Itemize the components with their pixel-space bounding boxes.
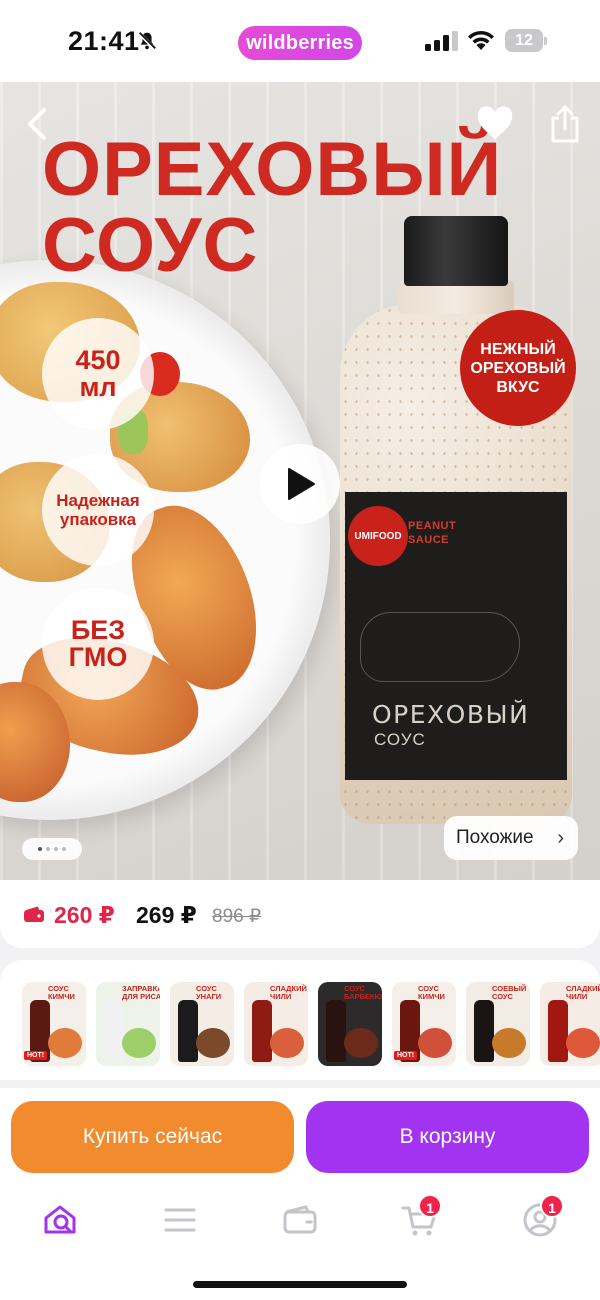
wifi-icon — [468, 30, 494, 50]
label-subtitle: СОУС — [374, 730, 426, 749]
thumb-label: ЗАПРАВКА ДЛЯ РИСА — [122, 984, 160, 1001]
share-icon[interactable] — [548, 104, 582, 144]
thumb-bottle-image — [178, 1000, 198, 1062]
brand-seal-logo: UMIFOOD — [348, 506, 408, 566]
label-peanut-text: PEANUT SAUCE — [408, 520, 457, 546]
bottom-tab-bar: 1 1 — [0, 1184, 600, 1300]
cart-count-badge: 1 — [418, 1194, 442, 1218]
bell-muted-icon — [137, 31, 157, 51]
related-product-thumbnail[interactable]: СОЕВЫЙ СОУС — [466, 982, 530, 1066]
tab-wallet-icon[interactable] — [280, 1202, 320, 1238]
related-products-strip[interactable]: СОУС КИМЧИ HOT! ЗАПРАВКА ДЛЯ РИСА СОУС УНАГИ СЛ… — [0, 960, 600, 1080]
thumb-dish-image — [566, 1028, 600, 1058]
wallet-price: 260 ₽ — [54, 902, 115, 928]
cellular-signal-icon — [425, 31, 458, 51]
thumb-dish-image — [344, 1028, 378, 1058]
thumb-dish-image — [48, 1028, 82, 1058]
thumb-dish-image — [492, 1028, 526, 1058]
similar-label: Похожие — [456, 827, 534, 848]
thumb-bottle-image — [474, 1000, 494, 1062]
pager-dot[interactable] — [38, 847, 42, 851]
related-product-thumbnail[interactable]: СОУС КИМЧИ HOT! — [392, 982, 456, 1066]
thumb-label: СОЕВЫЙ СОУС — [492, 984, 527, 1001]
thumb-hot-badge: HOT! — [394, 1051, 418, 1060]
no-gmo-badge: БЕЗ ГМО — [42, 588, 154, 700]
thumb-label: СОУС КИМЧИ — [48, 984, 75, 1001]
thumb-label: СОУС КИМЧИ — [418, 984, 445, 1001]
status-time: 21:41 — [68, 26, 140, 56]
thumb-label: СЛАДКИЙ ЧИЛИ — [270, 984, 307, 1001]
label-title: ОРЕХОВЫЙ — [372, 700, 530, 729]
related-product-thumbnail[interactable]: ЗАПРАВКА ДЛЯ РИСА — [96, 982, 160, 1066]
thumb-dish-image — [418, 1028, 452, 1058]
pager-dot[interactable] — [46, 847, 50, 851]
thumb-label: СЛАДКИЙ ЧИЛИ — [566, 984, 600, 1001]
product-screen: 21:41 wildberries 12 ОРЕХОВЫЙ СОУС 450 м… — [0, 0, 600, 1300]
flavor-seal: НЕЖНЫЙ ОРЕХОВЫЙ ВКУС — [460, 310, 576, 426]
price-card: 260 ₽ 269 ₽ 896 ₽ — [0, 880, 600, 948]
tab-catalog-menu-icon[interactable] — [160, 1202, 200, 1238]
thumb-bottle-image — [252, 1000, 272, 1062]
thumb-hot-badge: HOT! — [24, 1051, 48, 1060]
thumb-label: СОУС БАРБЕКЮ — [344, 984, 382, 1001]
buy-now-button[interactable]: Купить сейчас — [11, 1101, 294, 1173]
tab-home-search-icon[interactable] — [42, 1202, 82, 1238]
old-price: 896 ₽ — [212, 906, 262, 927]
related-product-thumbnail[interactable]: СОУС КИМЧИ HOT! — [22, 982, 86, 1066]
brand-logo: wildberries — [238, 26, 362, 60]
thumb-label: СОУС УНАГИ — [196, 984, 222, 1001]
favorite-heart-icon[interactable] — [476, 106, 514, 142]
thumb-dish-image — [122, 1028, 156, 1058]
back-chevron-icon[interactable] — [22, 106, 52, 142]
purchase-actions: Купить сейчас В корзину — [0, 1088, 600, 1184]
product-image-gallery[interactable]: ОРЕХОВЫЙ СОУС 450 мл Надежная упаковка БЕЗ… — [0, 82, 600, 880]
profile-notification-badge: 1 — [540, 1194, 564, 1218]
play-icon — [288, 468, 315, 500]
volume-badge: 450 мл — [42, 318, 154, 430]
related-product-thumbnail[interactable]: СЛАДКИЙ ЧИЛИ — [244, 982, 308, 1066]
wallet-icon — [24, 906, 44, 922]
thumb-bottle-image — [326, 1000, 346, 1062]
similar-products-button[interactable]: Похожие › — [444, 816, 578, 860]
thumb-dish-image — [270, 1028, 304, 1058]
battery-icon: 12 — [505, 29, 547, 52]
current-price: 269 ₽ — [136, 902, 197, 928]
play-video-button[interactable] — [260, 444, 340, 524]
thumb-bottle-image — [548, 1000, 568, 1062]
status-bar: 21:41 wildberries 12 — [0, 0, 600, 82]
add-to-cart-button[interactable]: В корзину — [306, 1101, 589, 1173]
image-pager-dots[interactable] — [22, 838, 82, 860]
pager-dot[interactable] — [54, 847, 58, 851]
packaging-badge: Надежная упаковка — [42, 454, 154, 566]
chevron-right-icon: › — [557, 826, 564, 849]
home-indicator — [193, 1281, 407, 1288]
thumb-bottle-image — [104, 1000, 124, 1062]
related-product-thumbnail[interactable]: СОУС УНАГИ — [170, 982, 234, 1066]
related-product-thumbnail[interactable]: СЛАДКИЙ ЧИЛИ — [540, 982, 600, 1066]
pager-dot[interactable] — [62, 847, 66, 851]
related-product-thumbnail[interactable]: СОУС БАРБЕКЮ — [318, 982, 382, 1066]
thumb-dish-image — [196, 1028, 230, 1058]
battery-level: 12 — [505, 29, 543, 52]
